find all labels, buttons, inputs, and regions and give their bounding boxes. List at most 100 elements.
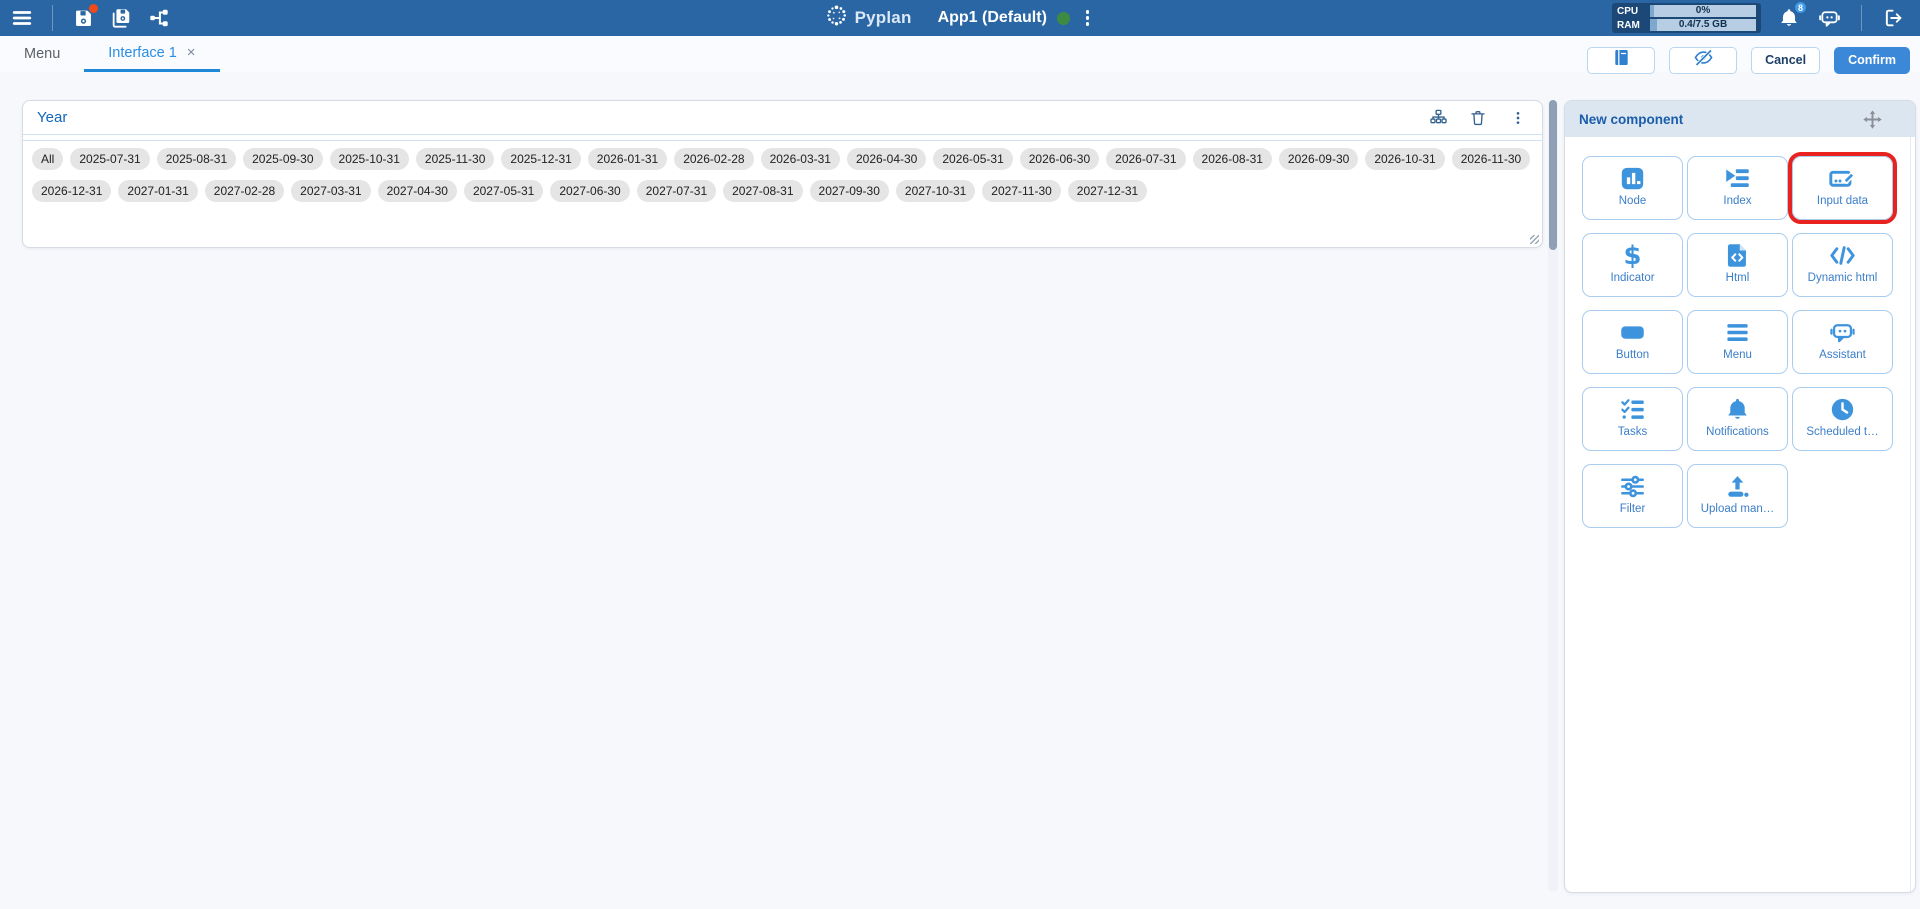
tab-interface-1[interactable]: Interface 1 × [84, 36, 219, 72]
component-index[interactable]: Index [1687, 156, 1788, 220]
component-filter[interactable]: Filter [1582, 464, 1683, 528]
component-notifications[interactable]: Notifications [1687, 387, 1788, 451]
pyplan-logo-icon [825, 4, 848, 32]
eye-off-icon [1693, 47, 1714, 73]
year-chip[interactable]: 2025-11-30 [416, 148, 495, 170]
notification-badge: 8 [1793, 0, 1808, 15]
hide-preview-button[interactable] [1669, 47, 1737, 74]
year-chip[interactable]: 2026-10-31 [1365, 148, 1444, 170]
component-upload-man[interactable]: Upload man… [1687, 464, 1788, 528]
app-title: App1 (Default) [938, 9, 1047, 27]
tab-menu[interactable]: Menu [0, 36, 84, 72]
component-label: Assistant [1819, 349, 1866, 361]
year-panel-header: Year [23, 101, 1542, 134]
component-scheduled-t[interactable]: Scheduled t… [1792, 387, 1893, 451]
component-tasks[interactable]: Tasks [1582, 387, 1683, 451]
upload-manager-icon [1724, 473, 1751, 500]
topbar: Pyplan App1 (Default) CPU 0% RAM 0.4/7.5… [0, 0, 1920, 36]
component-input-data[interactable]: Input data [1792, 156, 1893, 220]
model-icon[interactable] [147, 6, 171, 30]
year-chip[interactable]: 2027-05-31 [464, 180, 543, 202]
component-html[interactable]: Html [1687, 233, 1788, 297]
main-scrollbar [1548, 100, 1558, 892]
year-chip[interactable]: 2026-04-30 [847, 148, 926, 170]
resize-handle[interactable] [1530, 235, 1539, 244]
year-chip[interactable]: 2026-09-30 [1279, 148, 1358, 170]
book-button[interactable] [1587, 47, 1655, 74]
assistant-icon[interactable] [1817, 6, 1841, 30]
app-menu-kebab-icon[interactable] [1080, 6, 1096, 30]
button-icon [1619, 319, 1646, 346]
year-chip[interactable]: 2027-06-30 [550, 180, 629, 202]
year-chip[interactable]: 2027-08-31 [723, 180, 802, 202]
confirm-button[interactable]: Confirm [1834, 47, 1910, 74]
component-button[interactable]: Button [1582, 310, 1683, 374]
year-panel: Year All 2025-07-31 2025-08-31 2025-09-30 20… [22, 100, 1543, 248]
year-chip[interactable]: 2026-08-31 [1193, 148, 1272, 170]
component-label: Scheduled t… [1806, 426, 1878, 438]
ram-bar: 0.4/7.5 GB [1650, 19, 1756, 31]
move-icon[interactable] [1862, 109, 1883, 130]
component-label: Indicator [1610, 272, 1654, 284]
panel-divider [23, 134, 1542, 141]
component-label: Button [1616, 349, 1649, 361]
sidebar-title: New component [1579, 112, 1683, 127]
tasks-icon [1619, 396, 1646, 423]
app-title-wrap: App1 (Default) [938, 6, 1096, 30]
ram-row: RAM 0.4/7.5 GB [1617, 19, 1756, 31]
notifications-icon [1724, 396, 1751, 423]
year-chip[interactable]: 2026-12-31 [32, 180, 111, 202]
year-chip[interactable]: 2026-11-30 [1452, 148, 1531, 170]
component-assistant[interactable]: Assistant [1792, 310, 1893, 374]
year-chip[interactable]: 2026-05-31 [933, 148, 1012, 170]
save-icon[interactable] [71, 6, 95, 30]
component-menu[interactable]: Menu [1687, 310, 1788, 374]
year-chip[interactable]: 2026-02-28 [674, 148, 753, 170]
scrollbar-thumb[interactable] [1549, 100, 1557, 250]
tab-close-icon[interactable]: × [187, 45, 196, 60]
scheduled-task-icon [1829, 396, 1856, 423]
hamburger-icon[interactable] [10, 6, 34, 30]
component-dynamic-html[interactable]: Dynamic html [1792, 233, 1893, 297]
component-node[interactable]: Node [1582, 156, 1683, 220]
tabbar: Menu Interface 1 × Cancel Confirm [0, 36, 1920, 72]
cpu-row: CPU 0% [1617, 5, 1756, 17]
logout-icon[interactable] [1882, 6, 1906, 30]
panel-title: Year [37, 109, 67, 126]
kebab-icon[interactable] [1508, 108, 1528, 128]
year-chip[interactable]: 2027-09-30 [810, 180, 889, 202]
component-indicator[interactable]: $Indicator [1582, 233, 1683, 297]
cancel-button[interactable]: Cancel [1751, 47, 1820, 74]
year-chip[interactable]: 2025-10-31 [330, 148, 409, 170]
year-chip[interactable]: 2025-08-31 [157, 148, 236, 170]
year-chip[interactable]: 2025-09-30 [243, 148, 322, 170]
system-monitor: CPU 0% RAM 0.4/7.5 GB [1612, 3, 1761, 33]
year-chip[interactable]: 2026-03-31 [761, 148, 840, 170]
bell-icon[interactable]: 8 [1777, 6, 1801, 30]
trash-icon[interactable] [1468, 108, 1488, 128]
year-chip[interactable]: 2027-04-30 [378, 180, 457, 202]
year-chip[interactable]: 2025-07-31 [70, 148, 149, 170]
year-chip[interactable]: 2027-01-31 [118, 180, 197, 202]
component-label: Html [1726, 272, 1750, 284]
book-icon [1612, 48, 1631, 72]
component-label: Tasks [1618, 426, 1647, 438]
hierarchy-icon[interactable] [1428, 108, 1448, 128]
year-chip[interactable]: 2027-10-31 [896, 180, 975, 202]
year-chip[interactable]: 2027-07-31 [637, 180, 716, 202]
year-chip[interactable]: 2025-12-31 [501, 148, 580, 170]
ram-label: RAM [1617, 20, 1645, 31]
save-all-icon[interactable] [109, 6, 133, 30]
chip-all[interactable]: All [32, 148, 63, 170]
year-chip[interactable]: 2027-11-30 [982, 180, 1061, 202]
year-chip[interactable]: 2026-01-31 [588, 148, 667, 170]
tab-interface-1-label: Interface 1 [108, 45, 177, 61]
year-chip[interactable]: 2026-06-30 [1020, 148, 1099, 170]
year-chip[interactable]: 2027-02-28 [205, 180, 284, 202]
cpu-label: CPU [1617, 6, 1645, 17]
component-label: Input data [1817, 195, 1868, 207]
year-chip[interactable]: 2027-03-31 [291, 180, 370, 202]
component-label: Notifications [1706, 426, 1769, 438]
year-chip[interactable]: 2026-07-31 [1106, 148, 1185, 170]
year-chip[interactable]: 2027-12-31 [1068, 180, 1147, 202]
